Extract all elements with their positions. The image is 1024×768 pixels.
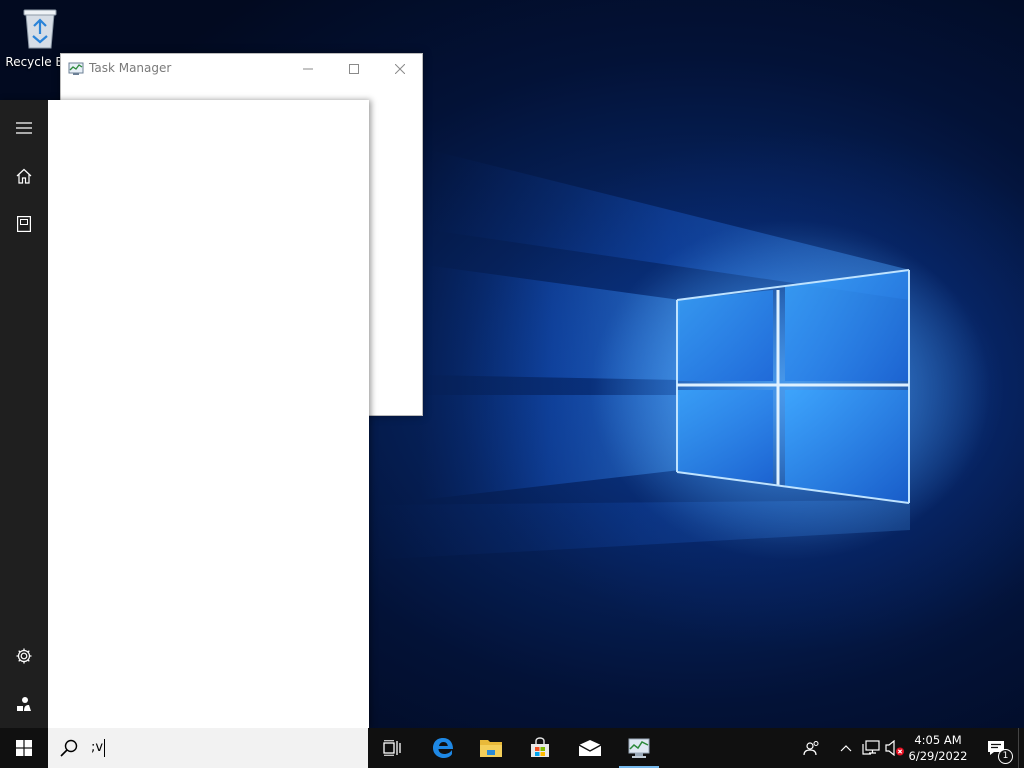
close-icon — [395, 64, 405, 74]
task-manager-icon — [628, 738, 650, 758]
start-menu-rail — [0, 100, 48, 728]
clock[interactable]: 4:05 AM 6/29/2022 — [905, 728, 971, 768]
window-titlebar[interactable]: Task Manager — [61, 54, 422, 84]
start-button[interactable] — [0, 728, 48, 768]
file-explorer-taskbar-button[interactable] — [467, 728, 515, 768]
file-explorer-icon — [480, 740, 502, 757]
notification-count-badge: 1 — [998, 749, 1013, 764]
volume-muted-icon — [885, 740, 904, 756]
maximize-icon — [349, 64, 359, 74]
mail-taskbar-button[interactable] — [566, 728, 614, 768]
task-view-icon — [383, 740, 401, 756]
task-manager-taskbar-button[interactable] — [615, 728, 663, 768]
edge-icon — [433, 738, 453, 758]
gear-icon — [16, 648, 32, 664]
show-desktop-button[interactable] — [1018, 728, 1024, 768]
people-button[interactable] — [800, 728, 824, 768]
hamburger-menu-icon — [16, 122, 32, 134]
documents-button[interactable] — [0, 200, 48, 248]
home-icon — [16, 168, 32, 184]
window-title: Task Manager — [89, 61, 172, 75]
text-caret — [104, 739, 105, 757]
task-view-button[interactable] — [368, 728, 416, 768]
network-icon — [862, 740, 880, 755]
chevron-up-icon — [840, 745, 852, 752]
volume-button[interactable] — [884, 728, 906, 768]
minimize-button[interactable] — [285, 54, 331, 84]
store-taskbar-button[interactable] — [516, 728, 564, 768]
network-button[interactable] — [860, 728, 882, 768]
minimize-icon — [303, 68, 313, 70]
home-button[interactable] — [0, 152, 48, 200]
mail-icon — [578, 740, 602, 756]
start-menu — [0, 100, 369, 728]
search-input[interactable]: ;v — [91, 740, 103, 755]
recycle-bin-icon — [23, 9, 57, 49]
power-user-icon — [17, 697, 31, 711]
search-icon — [60, 739, 78, 757]
show-hidden-icons-button[interactable] — [836, 728, 856, 768]
clock-time: 4:05 AM — [914, 733, 962, 747]
store-icon — [531, 737, 549, 757]
edge-taskbar-button[interactable] — [419, 728, 467, 768]
power-user-button[interactable] — [0, 680, 48, 728]
windows-logo-icon — [16, 740, 32, 756]
search-box[interactable]: ;v — [48, 728, 368, 768]
action-center-button[interactable]: 1 — [976, 728, 1016, 768]
documents-icon — [17, 216, 31, 232]
people-icon — [803, 741, 819, 756]
task-manager-icon — [68, 62, 84, 75]
start-menu-content — [48, 100, 369, 728]
taskbar: ;v 4:05 AM 6/29/2022 1 — [0, 728, 1024, 768]
maximize-button[interactable] — [331, 54, 377, 84]
settings-button[interactable] — [0, 632, 48, 680]
close-button[interactable] — [377, 54, 423, 84]
expand-menu-button[interactable] — [0, 104, 48, 152]
clock-date: 6/29/2022 — [908, 749, 968, 763]
